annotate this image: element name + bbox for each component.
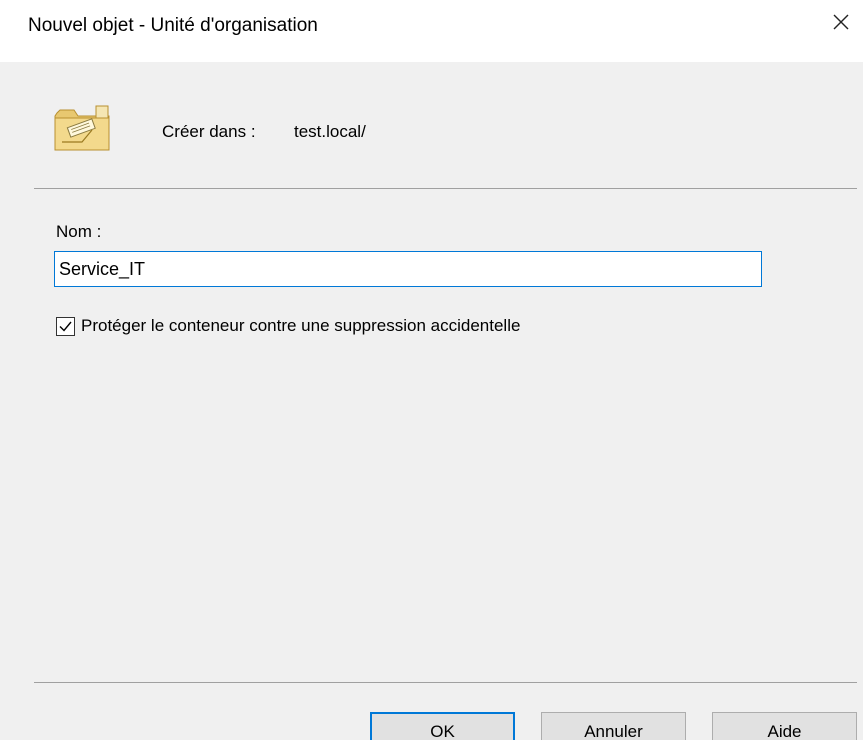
ok-button[interactable]: OK xyxy=(370,712,515,740)
protect-from-deletion-label: Protéger le conteneur contre une suppres… xyxy=(81,316,521,335)
divider xyxy=(34,188,857,189)
close-button[interactable] xyxy=(827,10,855,38)
checkbox-box[interactable] xyxy=(56,316,75,336)
help-button[interactable]: Aide xyxy=(712,712,857,740)
name-label: Nom : xyxy=(56,222,102,241)
cancel-button[interactable]: Annuler xyxy=(541,712,686,740)
dialog-title: Nouvel objet - Unité d'organisation xyxy=(28,15,318,36)
dialog-window: Nouvel objet - Unité d'organisation Crée… xyxy=(0,0,863,740)
divider xyxy=(34,682,857,683)
protect-from-deletion-checkbox[interactable]: Protéger le conteneur contre une suppres… xyxy=(56,316,520,336)
organizational-unit-folder-icon xyxy=(52,104,112,154)
create-in-path: test.local/ xyxy=(294,122,366,141)
title-bar: Nouvel objet - Unité d'organisation xyxy=(0,0,863,62)
close-icon xyxy=(832,13,850,36)
checkmark-icon xyxy=(59,321,72,332)
name-input[interactable] xyxy=(54,251,762,287)
create-in-label: Créer dans : xyxy=(162,122,256,141)
